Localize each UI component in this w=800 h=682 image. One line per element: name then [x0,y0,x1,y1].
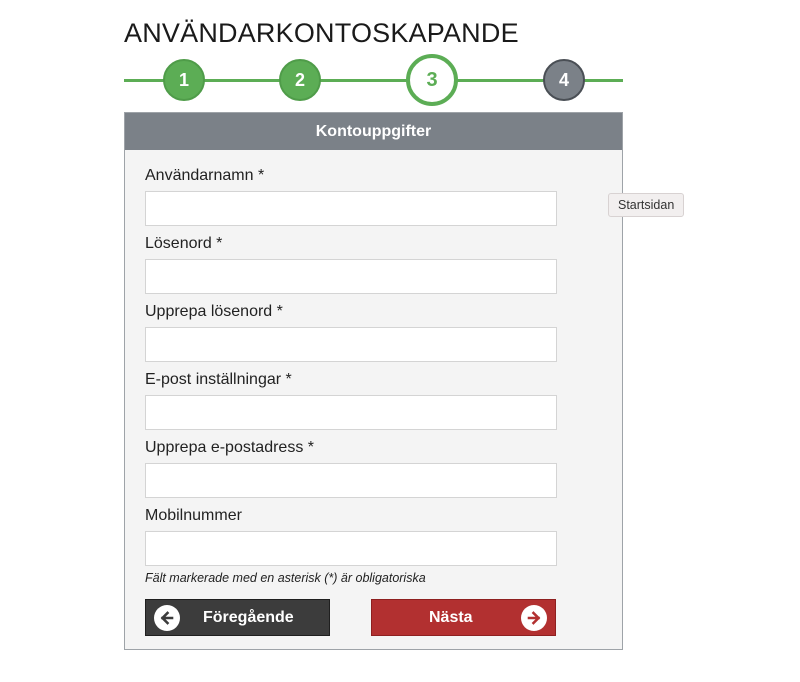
password-label: Lösenord * [145,235,223,252]
form-header: Kontouppgifter [125,113,622,150]
repeat-password-field-group: Upprepa lösenord * [145,301,557,362]
previous-button[interactable]: Föregående [145,599,330,636]
step-2[interactable]: 2 [279,59,321,101]
mobile-field-group: Mobilnummer [145,505,557,566]
repeat-email-label: Upprepa e-postadress * [145,439,314,456]
home-tooltip: Startsidan [608,193,685,217]
password-input[interactable] [145,259,557,294]
arrow-left-icon [154,604,180,631]
repeat-password-label: Upprepa lösenord * [145,303,283,320]
mobile-input[interactable] [145,531,557,566]
step-4: 4 [543,59,585,101]
step-3-current: 3 [406,54,458,106]
repeat-password-input[interactable] [145,327,557,362]
account-details-form: Kontouppgifter Användarnamn * Lösenord *… [124,112,623,650]
next-button[interactable]: Nästa [371,599,556,636]
username-field-group: Användarnamn * [145,165,557,226]
password-field-group: Lösenord * [145,233,557,294]
step-1[interactable]: 1 [163,59,205,101]
page-title: ANVÄNDARKONTOSKAPANDE [124,18,519,48]
progress-stepper: 1 2 3 4 [124,52,623,108]
required-fields-note: Fält markerade med en asterisk (*) är ob… [145,571,426,585]
account-creation-page: ANVÄNDARKONTOSKAPANDE 1 2 3 4 Kontouppgi… [0,0,800,682]
previous-button-label: Föregående [203,608,294,626]
repeat-email-input[interactable] [145,463,557,498]
arrow-right-icon [521,604,547,631]
mobile-label: Mobilnummer [145,507,242,524]
email-input[interactable] [145,395,557,430]
username-label: Användarnamn * [145,167,265,184]
username-input[interactable] [145,191,557,226]
repeat-email-field-group: Upprepa e-postadress * [145,437,557,498]
email-field-group: E-post inställningar * [145,369,557,430]
email-label: E-post inställningar * [145,371,292,388]
next-button-label: Nästa [429,608,473,626]
